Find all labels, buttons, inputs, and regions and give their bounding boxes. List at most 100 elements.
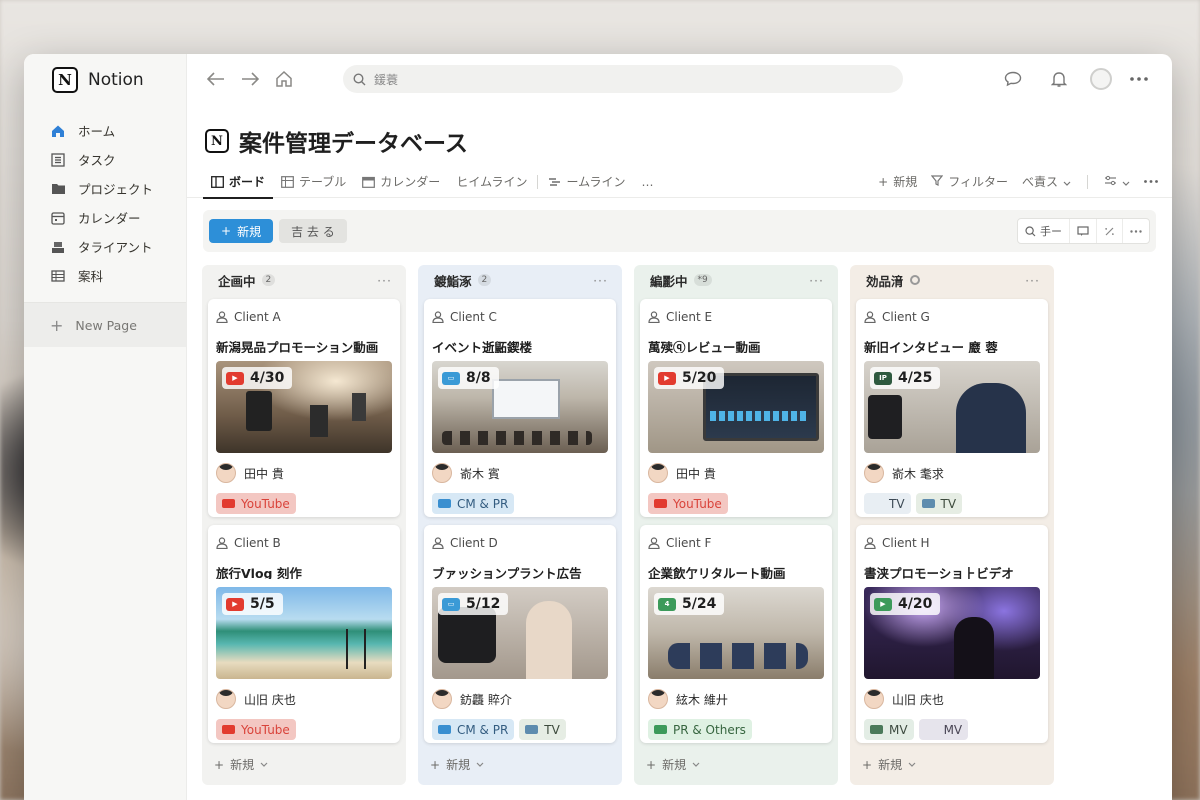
- tab-board[interactable]: ボード: [203, 166, 274, 199]
- tag-badge[interactable]: TV: [864, 493, 911, 514]
- tag-badge[interactable]: PR & Others: [648, 719, 752, 740]
- client-name: Client A: [234, 310, 281, 324]
- column-header[interactable]: 効品湇 ···: [856, 265, 1048, 295]
- pr-platform-icon: 4: [658, 597, 676, 611]
- settings-button[interactable]: [1104, 175, 1130, 189]
- column-header[interactable]: 編彲中 *9 ···: [640, 265, 832, 295]
- column-title: 編彲中: [650, 273, 688, 289]
- project-card[interactable]: Client A 新潟晃品プロモーション動画 ▶ 4/30 田中 貴 YouTu…: [208, 299, 400, 517]
- more-horizontal-icon: [1144, 180, 1158, 183]
- secondary-button[interactable]: 吉 去 る: [279, 219, 347, 243]
- tag-badge[interactable]: TV: [915, 493, 963, 514]
- board-column: 企画中 2 ··· Client A 新潟晃品プロモーション動画 ▶ 4/30: [202, 265, 406, 785]
- user-avatar[interactable]: [1090, 68, 1112, 90]
- tag-badge[interactable]: CM & PR: [432, 719, 515, 740]
- assignee-name: 絃木 維廾: [676, 692, 728, 707]
- brand[interactable]: N Notion: [24, 54, 186, 106]
- card-tags: YouTube: [216, 719, 392, 740]
- project-card[interactable]: Client D ブァッションプラント広告 ▭ 5/12 鈁龘 賥介 CM & …: [424, 525, 616, 743]
- tag-badge[interactable]: YouTube: [216, 493, 296, 514]
- due-date-badge: ▶ 4/20: [870, 593, 941, 615]
- board-link-button[interactable]: [1097, 219, 1123, 243]
- project-card[interactable]: Client G 新旧インタビュー 黀 蓉 IP 4/25 嵛木 耄求 TV T…: [856, 299, 1048, 517]
- sidebar-item-home[interactable]: ホーム: [24, 116, 186, 145]
- bell-icon[interactable]: [1044, 64, 1074, 94]
- column-more-icon[interactable]: ···: [809, 273, 824, 288]
- column-add-button[interactable]: + 新規: [646, 756, 700, 773]
- search-input[interactable]: 鍰蓑: [343, 65, 903, 93]
- tag-badge[interactable]: TV: [519, 719, 566, 740]
- filter-button[interactable]: フィルター: [930, 173, 1008, 190]
- column-more-icon[interactable]: ···: [1025, 273, 1040, 288]
- board-more-button[interactable]: [1123, 219, 1149, 243]
- column-more-icon[interactable]: ···: [593, 273, 608, 288]
- tag-badge[interactable]: YouTube: [648, 493, 728, 514]
- client-name: Client F: [666, 536, 712, 550]
- card-assignee: 山旧 庆也: [216, 689, 392, 709]
- new-record-button[interactable]: + 新規: [209, 219, 274, 243]
- plus-icon: +: [50, 315, 64, 335]
- tag-badge[interactable]: CM & PR: [432, 493, 515, 514]
- user-icon: [864, 311, 876, 323]
- sort-button[interactable]: べ責ス: [1022, 173, 1071, 190]
- filter-label: フィルター: [948, 175, 1008, 189]
- column-add-button[interactable]: + 新規: [430, 756, 484, 773]
- tag-badge[interactable]: MV: [864, 719, 914, 740]
- project-card[interactable]: Client H 書浃プロモーショ⺊ビデオ ▶ 4/20 山旧 庆也 MV MV: [856, 525, 1048, 743]
- forward-arrow-icon[interactable]: [235, 64, 265, 94]
- due-date: 4/25: [898, 370, 933, 386]
- ip-platform-icon: IP: [874, 371, 892, 385]
- card-assignee: 田中 貴: [648, 463, 824, 483]
- sidebar: N Notion ホーム タスク プロジェクト カレンダー タライアント 案科 …: [24, 54, 187, 800]
- comment-icon[interactable]: [998, 64, 1028, 94]
- tag-badge[interactable]: YouTube: [216, 719, 296, 740]
- tab-table[interactable]: テーブル: [273, 166, 354, 198]
- board-tools: 手ー: [1017, 218, 1150, 244]
- column-add-label: 新規: [878, 758, 903, 772]
- card-title: イベント逝鼫鍥楼: [432, 340, 533, 353]
- sidebar-item-calendar[interactable]: カレンダー: [24, 203, 186, 232]
- column-more-icon[interactable]: ···: [377, 273, 392, 288]
- board-chat-button[interactable]: [1070, 219, 1097, 243]
- board-column: 編彲中 *9 ··· Client E 萬㱩ⓠレビュー動画 ▶ 5/20 田中 …: [634, 265, 838, 785]
- board-search-button[interactable]: 手ー: [1018, 219, 1070, 243]
- card-client: Client F: [648, 535, 824, 551]
- card-thumbnail: ▶ 4/30: [216, 361, 392, 453]
- new-page-button[interactable]: + New Page: [24, 303, 186, 347]
- card-thumbnail: ▭ 8/8: [432, 361, 608, 453]
- column-add-button[interactable]: + 新規: [214, 756, 268, 773]
- add-view-button[interactable]: + 新規: [878, 173, 917, 190]
- due-date: 5/12: [466, 596, 501, 612]
- project-card[interactable]: Client B 旅行Vlog 刻作 ▶ 5/5 山旧 庆也 YouTube: [208, 525, 400, 743]
- project-card[interactable]: Client F 企業飲亇リタルート動画 4 5/24 絃木 維廾 PR & O…: [640, 525, 832, 743]
- tab-timeline-2[interactable]: ームライン: [540, 166, 633, 198]
- back-arrow-icon[interactable]: [201, 64, 231, 94]
- tag-label: MV: [889, 722, 908, 737]
- sidebar-item-clients[interactable]: タライアント: [24, 232, 186, 261]
- tab-calendar[interactable]: カレンダー: [354, 166, 448, 198]
- project-card[interactable]: Client C イベント逝鼫鍥楼 ▭ 8/8 嵛木 賓 CM & PR: [424, 299, 616, 517]
- more-horizontal-icon[interactable]: [1124, 64, 1154, 94]
- card-thumbnail: ▶ 5/5: [216, 587, 392, 679]
- tab-timeline[interactable]: ヒイムライン: [448, 166, 535, 198]
- tag-label: CM & PR: [457, 496, 509, 511]
- tag-badge[interactable]: MV: [918, 719, 969, 740]
- column-add-button[interactable]: + 新規: [862, 756, 916, 773]
- sidebar-item-projects[interactable]: プロジェクト: [24, 174, 186, 203]
- tab-more[interactable]: …: [634, 166, 662, 198]
- filter-icon: [930, 174, 944, 189]
- view-more-button[interactable]: [1144, 180, 1158, 183]
- column-header[interactable]: 鍍鮨涿 2 ···: [424, 265, 616, 295]
- project-card[interactable]: Client E 萬㱩ⓠレビュー動画 ▶ 5/20 田中 貴 YouTube: [640, 299, 832, 517]
- view-tabs: ボード テーブル カレンダー ヒイムライン ームライン … + 新規 フィルター…: [187, 166, 1172, 199]
- assignee-name: 山旧 庆也: [244, 692, 296, 707]
- tag-label: YouTube: [241, 722, 290, 737]
- sidebar-item-tasks[interactable]: タスク: [24, 145, 186, 174]
- sidebar-item-cases[interactable]: 案科: [24, 261, 186, 290]
- comment-icon: [1077, 225, 1089, 236]
- column-header[interactable]: 企画中 2 ···: [208, 265, 400, 295]
- client-name: Client H: [882, 536, 930, 550]
- home-outline-icon[interactable]: [269, 64, 299, 94]
- user-icon: [648, 311, 660, 323]
- secondary-label: 吉 去 る: [291, 224, 335, 239]
